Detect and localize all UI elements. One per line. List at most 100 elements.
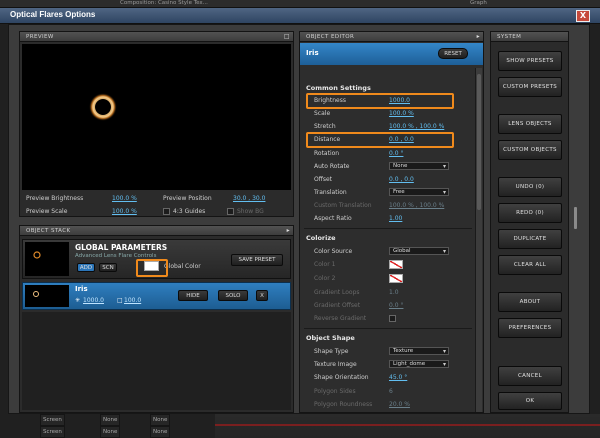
show-bg-label: Show BG [237,208,264,215]
delete-object-button[interactable]: X [256,290,268,301]
clear-all-button[interactable]: CLEAR ALL [498,255,562,275]
redo-button[interactable]: REDO (0) [498,203,562,223]
preview-title: PREVIEW [26,34,54,40]
offset-value[interactable]: 0.0 , 0.0 [389,176,414,183]
custom-objects-button[interactable]: CUSTOM OBJECTS [498,140,562,160]
gradient-offset-label: Gradient Offset [314,302,361,309]
scale-icon: □ [117,297,123,304]
object-editor-header: OBJECT EDITOR ▸ [300,32,483,42]
hide-button[interactable]: HIDE [178,290,208,301]
duplicate-button[interactable]: DUPLICATE [498,229,562,249]
about-button[interactable]: ABOUT [498,292,562,312]
close-button[interactable]: X [576,10,590,22]
preview-viewport[interactable] [22,44,291,190]
trkmat-dropdown[interactable]: None [100,426,121,438]
editor-arrow-icon[interactable]: ▸ [477,32,480,42]
offset-label: Offset [314,176,333,183]
preview-brightness-value[interactable]: 100.0 % [112,195,137,202]
auto-rotate-label: Auto Rotate [314,163,350,170]
ok-button[interactable]: OK [498,392,562,410]
host-top-bar: Composition: Casino Style Tex... Graph [0,0,600,8]
blend-mode-dropdown[interactable]: Screen [40,414,65,426]
stretch-value[interactable]: 100.0 % , 100.0 % [389,123,444,130]
reverse-gradient-checkbox[interactable] [389,315,396,322]
editor-scrollbar[interactable] [475,68,482,412]
cancel-button[interactable]: CANCEL [498,366,562,386]
section-object-shape: Object Shape [306,334,355,342]
timeline-bar [215,424,600,426]
save-preset-button[interactable]: SAVE PRESET [231,254,283,266]
composition-tab[interactable]: Composition: Casino Style Tex... [120,0,208,6]
show-bg-checkbox[interactable] [227,208,234,215]
distance-highlight [306,132,454,148]
dialog-title-bar: Optical Flares Options X [0,8,600,24]
graph-tab[interactable]: Graph [470,0,487,6]
system-panel: SYSTEM SHOW PRESETS CUSTOM PRESETS LENS … [490,31,569,413]
global-color-label: Global Color [164,263,201,270]
polygon-roundness-value: 20.0 % [389,401,410,408]
gradient-loops-value: 1.0 [389,289,399,296]
parent-dropdown[interactable]: None [150,414,171,426]
iris-name: Iris [75,285,88,293]
parent-dropdown[interactable]: None [150,426,171,438]
polygon-sides-label: Polygon Sides [314,388,356,395]
system-header: SYSTEM [491,32,568,42]
rotation-label: Rotation [314,150,340,157]
custom-presets-button[interactable]: CUSTOM PRESETS [498,77,562,97]
color-source-label: Color Source [314,248,353,255]
gradient-offset-value: 0.0 ° [389,302,404,309]
resize-grip[interactable] [574,207,577,229]
preview-brightness-label: Preview Brightness [26,195,84,202]
iris-scale-value[interactable]: 100.0 [124,297,141,304]
preview-scale-label: Preview Scale [26,208,68,215]
dialog-title: Optical Flares Options [10,10,96,19]
show-presets-button[interactable]: SHOW PRESETS [498,51,562,71]
preview-position-value[interactable]: 30.0 , 30.0 [233,195,265,202]
expand-icon[interactable]: □ [284,32,290,42]
brightness-highlight [306,93,454,109]
texture-image-dropdown[interactable]: Light_dome [389,360,449,368]
reverse-gradient-label: Reverse Gradient [314,315,367,322]
scale-value[interactable]: 100.0 % [389,110,414,117]
preview-scale-value[interactable]: 100.0 % [112,208,137,215]
shape-orientation-value[interactable]: 45.0 ° [389,374,407,381]
scn-button[interactable]: SCN [99,263,117,272]
custom-translation-value: 100.0 % , 100.0 % [389,202,445,209]
aspect-ratio-value[interactable]: 1.00 [389,215,402,222]
rotation-value[interactable]: 0.0 ° [389,150,403,157]
preferences-button[interactable]: PREFERENCES [498,318,562,338]
texture-image-label: Texture Image [314,361,357,368]
shape-type-dropdown[interactable]: Texture [389,347,449,355]
iris-brightness-value[interactable]: 1000.0 [83,297,104,304]
brightness-icon: ✳ [75,297,81,304]
add-button[interactable]: ADD [77,263,95,272]
stack-item-iris[interactable]: Iris ✳ 1000.0 □ 100.0 HIDE SOLO X [22,282,291,310]
trkmat-dropdown[interactable]: None [100,414,121,426]
color-source-dropdown[interactable]: Global [389,247,449,255]
gradient-loops-label: Gradient Loops [314,289,360,296]
stack-arrow-icon[interactable]: ▸ [287,226,290,236]
lens-objects-button[interactable]: LENS OBJECTS [498,114,562,134]
guides-checkbox[interactable] [163,208,170,215]
color-1-swatch [389,260,403,269]
guides-label: 4:3 Guides [173,208,206,215]
editor-object-bar: Iris RESET [300,43,483,65]
blend-mode-dropdown[interactable]: Screen [40,426,65,438]
flare-preview-image [89,93,117,121]
shape-type-label: Shape Type [314,348,349,355]
divider [304,328,472,329]
editor-scroll-thumb[interactable] [477,74,481,210]
auto-rotate-dropdown[interactable]: None [389,162,449,170]
solo-button[interactable]: SOLO [218,290,248,301]
object-editor-title: OBJECT EDITOR [306,34,355,40]
object-stack-header: OBJECT STACK ▸ [20,226,293,236]
divider [304,228,472,229]
stack-empty-area [22,312,291,410]
color-1-label: Color 1 [314,261,336,268]
reset-button[interactable]: RESET [438,48,468,59]
translation-dropdown[interactable]: Free [389,188,449,196]
shape-orientation-label: Shape Orientation [314,374,369,381]
undo-button[interactable]: UNDO (0) [498,177,562,197]
stretch-label: Stretch [314,123,336,130]
timeline-area[interactable] [215,414,600,438]
